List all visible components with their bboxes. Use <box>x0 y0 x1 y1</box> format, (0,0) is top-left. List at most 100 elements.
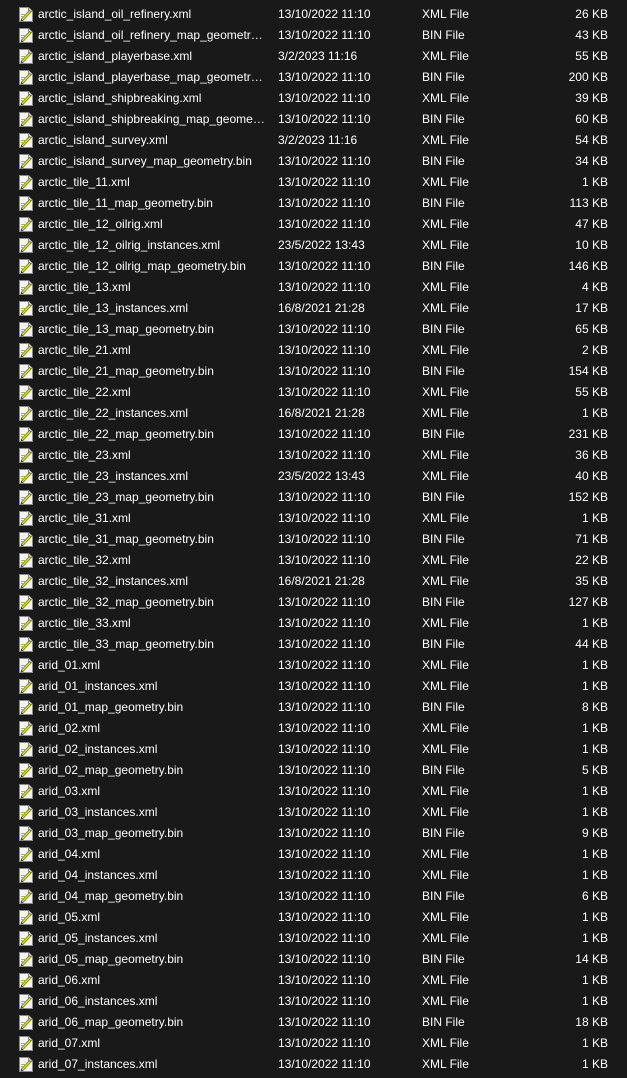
file-row[interactable]: arctic_tile_13.xml 13/10/2022 11:10 XML … <box>0 277 627 298</box>
file-date-modified: 13/10/2022 11:10 <box>278 742 371 756</box>
file-row[interactable]: arctic_island_shipbreaking_map_geometr..… <box>0 109 627 130</box>
file-row[interactable]: arctic_island_survey.xml 3/2/2023 11:16 … <box>0 130 627 151</box>
file-row[interactable]: arctic_tile_11.xml 13/10/2022 11:10 XML … <box>0 172 627 193</box>
file-date-modified: 13/10/2022 11:10 <box>278 322 371 336</box>
file-row[interactable]: arctic_tile_12_oilrig_instances.xml 23/5… <box>0 235 627 256</box>
file-date-modified: 13/10/2022 11:10 <box>278 868 371 882</box>
file-row[interactable]: arctic_tile_32_map_geometry.bin 13/10/20… <box>0 592 627 613</box>
file-type: XML File <box>422 91 469 105</box>
file-size: 1 KB <box>581 679 608 693</box>
file-size: 1 KB <box>581 742 608 756</box>
file-name: arid_03_map_geometry.bin <box>38 826 184 840</box>
file-row[interactable]: arid_01.xml 13/10/2022 11:10 XML File 1 … <box>0 655 627 676</box>
file-row[interactable]: arctic_tile_33_map_geometry.bin 13/10/20… <box>0 634 627 655</box>
file-row[interactable]: arctic_tile_31_map_geometry.bin 13/10/20… <box>0 529 627 550</box>
file-row[interactable]: arid_04.xml 13/10/2022 11:10 XML File 1 … <box>0 844 627 865</box>
file-date-modified: 13/10/2022 11:10 <box>278 28 371 42</box>
file-row[interactable]: arid_07.xml 13/10/2022 11:10 XML File 1 … <box>0 1033 627 1054</box>
file-date-modified: 13/10/2022 11:10 <box>278 511 371 525</box>
file-row[interactable]: arctic_island_oil_refinery_map_geometry.… <box>0 25 627 46</box>
file-type: BIN File <box>422 196 465 210</box>
xml-file-icon <box>18 573 34 590</box>
file-row[interactable]: arctic_tile_22_instances.xml 16/8/2021 2… <box>0 403 627 424</box>
file-size: 34 KB <box>575 154 608 168</box>
file-date-modified: 13/10/2022 11:10 <box>278 175 371 189</box>
file-row[interactable]: arctic_tile_12_oilrig_map_geometry.bin 1… <box>0 256 627 277</box>
file-row[interactable]: arid_03_instances.xml 13/10/2022 11:10 X… <box>0 802 627 823</box>
file-name: arctic_island_survey.xml <box>38 133 168 147</box>
file-row[interactable]: arctic_island_playerbase_map_geometry...… <box>0 67 627 88</box>
file-row[interactable]: arctic_tile_21.xml 13/10/2022 11:10 XML … <box>0 340 627 361</box>
file-row[interactable]: arctic_tile_13_map_geometry.bin 13/10/20… <box>0 319 627 340</box>
file-type: BIN File <box>422 490 465 504</box>
file-row[interactable]: arctic_island_shipbreaking.xml 13/10/202… <box>0 88 627 109</box>
file-row[interactable]: arid_06_map_geometry.bin 13/10/2022 11:1… <box>0 1012 627 1033</box>
file-type: XML File <box>422 574 469 588</box>
xml-file-icon <box>18 1056 34 1073</box>
file-row[interactable]: arid_06_instances.xml 13/10/2022 11:10 X… <box>0 991 627 1012</box>
file-row[interactable]: arctic_tile_12_oilrig.xml 13/10/2022 11:… <box>0 214 627 235</box>
file-row[interactable]: arctic_tile_22.xml 13/10/2022 11:10 XML … <box>0 382 627 403</box>
file-row[interactable]: arid_04_map_geometry.bin 13/10/2022 11:1… <box>0 886 627 907</box>
file-row[interactable]: arctic_tile_33.xml 13/10/2022 11:10 XML … <box>0 613 627 634</box>
file-row[interactable]: arctic_tile_23_instances.xml 23/5/2022 1… <box>0 466 627 487</box>
file-name: arid_04_instances.xml <box>38 868 158 882</box>
file-name: arid_06_map_geometry.bin <box>38 1015 184 1029</box>
file-size: 18 KB <box>575 1015 608 1029</box>
file-row[interactable]: arctic_tile_31.xml 13/10/2022 11:10 XML … <box>0 508 627 529</box>
file-row[interactable]: arctic_tile_11_map_geometry.bin 13/10/20… <box>0 193 627 214</box>
file-size: 1 KB <box>581 910 608 924</box>
file-type: BIN File <box>422 595 465 609</box>
file-row[interactable]: arctic_island_oil_refinery.xml 13/10/202… <box>0 4 627 25</box>
file-row[interactable]: arid_07_instances.xml 13/10/2022 11:10 X… <box>0 1054 627 1075</box>
file-row[interactable]: arctic_tile_32.xml 13/10/2022 11:10 XML … <box>0 550 627 571</box>
file-name: arid_05_map_geometry.bin <box>38 952 184 966</box>
file-size: 17 KB <box>575 301 608 315</box>
bin-file-icon <box>18 489 34 506</box>
file-row[interactable]: arid_03.xml 13/10/2022 11:10 XML File 1 … <box>0 781 627 802</box>
file-row[interactable]: arctic_tile_13_instances.xml 16/8/2021 2… <box>0 298 627 319</box>
file-name: arid_07.xml <box>38 1036 101 1050</box>
file-name: arctic_island_playerbase.xml <box>38 49 193 63</box>
xml-file-icon <box>18 237 34 254</box>
file-row[interactable]: arctic_island_playerbase.xml 3/2/2023 11… <box>0 46 627 67</box>
bin-file-icon <box>18 195 34 212</box>
file-type: XML File <box>422 679 469 693</box>
file-row[interactable]: arctic_tile_22_map_geometry.bin 13/10/20… <box>0 424 627 445</box>
xml-file-icon <box>18 678 34 695</box>
file-row[interactable]: arid_01_instances.xml 13/10/2022 11:10 X… <box>0 676 627 697</box>
file-row[interactable]: arctic_tile_21_map_geometry.bin 13/10/20… <box>0 361 627 382</box>
file-type: XML File <box>422 175 469 189</box>
xml-file-icon <box>18 846 34 863</box>
file-size: 55 KB <box>575 385 608 399</box>
file-row[interactable]: arctic_tile_32_instances.xml 16/8/2021 2… <box>0 571 627 592</box>
file-date-modified: 13/10/2022 11:10 <box>278 847 371 861</box>
file-name: arctic_tile_12_oilrig_instances.xml <box>38 238 221 252</box>
file-row[interactable]: arctic_island_survey_map_geometry.bin 13… <box>0 151 627 172</box>
file-row[interactable]: arid_04_instances.xml 13/10/2022 11:10 X… <box>0 865 627 886</box>
file-row[interactable]: arid_05.xml 13/10/2022 11:10 XML File 1 … <box>0 907 627 928</box>
file-type: XML File <box>422 7 469 21</box>
file-size: 60 KB <box>575 112 608 126</box>
file-type: XML File <box>422 994 469 1008</box>
file-name: arid_02.xml <box>38 721 101 735</box>
file-row[interactable]: arid_03_map_geometry.bin 13/10/2022 11:1… <box>0 823 627 844</box>
file-type: XML File <box>422 133 469 147</box>
file-size: 40 KB <box>575 469 608 483</box>
file-type: XML File <box>422 280 469 294</box>
file-row[interactable]: arid_02_instances.xml 13/10/2022 11:10 X… <box>0 739 627 760</box>
file-row[interactable]: arctic_tile_23.xml 13/10/2022 11:10 XML … <box>0 445 627 466</box>
file-name: arid_02_instances.xml <box>38 742 158 756</box>
file-name: arctic_tile_13_map_geometry.bin <box>38 322 214 336</box>
file-date-modified: 13/10/2022 11:10 <box>278 721 371 735</box>
file-type: BIN File <box>422 427 465 441</box>
file-row[interactable]: arid_05_map_geometry.bin 13/10/2022 11:1… <box>0 949 627 970</box>
file-size: 36 KB <box>575 448 608 462</box>
file-row[interactable]: arid_06.xml 13/10/2022 11:10 XML File 1 … <box>0 970 627 991</box>
file-row[interactable]: arid_02_map_geometry.bin 13/10/2022 11:1… <box>0 760 627 781</box>
file-row[interactable]: arid_02.xml 13/10/2022 11:10 XML File 1 … <box>0 718 627 739</box>
file-type: XML File <box>422 784 469 798</box>
file-row[interactable]: arctic_tile_23_map_geometry.bin 13/10/20… <box>0 487 627 508</box>
file-row[interactable]: arid_05_instances.xml 13/10/2022 11:10 X… <box>0 928 627 949</box>
file-row[interactable]: arid_01_map_geometry.bin 13/10/2022 11:1… <box>0 697 627 718</box>
